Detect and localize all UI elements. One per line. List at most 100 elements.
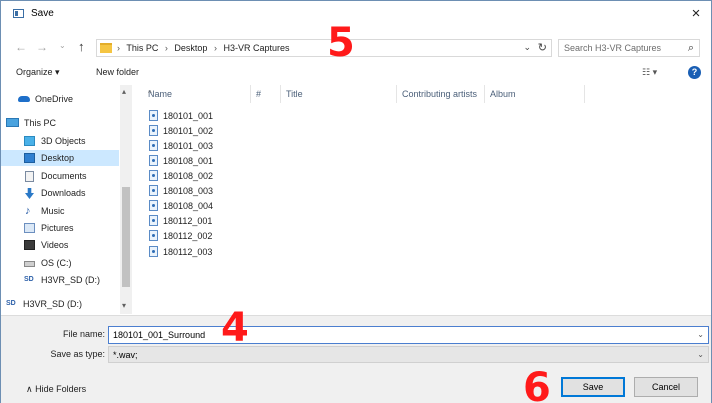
chevron-down-icon[interactable]: ⌄ — [697, 330, 704, 339]
save-type-value: *.wav; — [113, 350, 138, 360]
sidebar-item-label: OneDrive — [35, 94, 74, 104]
navigation-scrollbar[interactable]: ▴ ▾ — [120, 85, 132, 314]
sidebar-item-videos[interactable]: Videos — [1, 237, 119, 253]
refresh-icon[interactable]: ↻ — [538, 41, 547, 54]
sidebar-item-documents[interactable]: Documents — [1, 168, 119, 184]
cube-icon — [24, 136, 35, 146]
address-bar[interactable]: › This PC › Desktop › H3-VR Captures ⌄ ↻ — [96, 39, 552, 57]
organize-button[interactable]: Organize ▾ — [16, 67, 60, 78]
column-header-name[interactable]: Name ^ — [143, 85, 251, 103]
chevron-down-icon[interactable]: ⌄ — [697, 350, 704, 359]
download-icon — [25, 188, 34, 199]
video-icon — [24, 240, 35, 250]
column-header-contributing-artists[interactable]: Contributing artists — [397, 85, 485, 103]
breadcrumb-separator: › — [213, 43, 217, 53]
breadcrumb-h3vr-captures[interactable]: H3-VR Captures — [223, 43, 289, 53]
file-name: 180101_003 — [163, 141, 214, 151]
pictures-icon — [24, 223, 35, 233]
sidebar-item-os-c[interactable]: OS (C:) — [1, 255, 119, 271]
new-folder-button[interactable]: New folder — [96, 67, 139, 77]
sd-card-icon: SD — [24, 276, 34, 283]
file-name: 180108_002 — [163, 171, 214, 181]
help-icon[interactable]: ? — [688, 66, 701, 79]
column-header-label: Title — [286, 89, 303, 99]
window-title: Save — [31, 8, 54, 19]
sd-card-icon: SD — [6, 300, 16, 307]
audio-file-icon — [149, 170, 158, 181]
column-header-label: # — [256, 89, 262, 99]
close-button[interactable]: × — [681, 1, 711, 29]
breadcrumb-desktop[interactable]: Desktop — [174, 43, 207, 53]
scroll-up-icon[interactable]: ▴ — [122, 87, 126, 96]
sidebar-item-label: H3VR_SD (D:) — [23, 299, 83, 309]
audio-file-icon — [149, 230, 158, 241]
chevron-down-icon[interactable]: ⌄ — [523, 42, 531, 53]
drive-icon — [24, 261, 35, 267]
cloud-icon — [18, 96, 30, 102]
sidebar-item-label: Documents — [41, 171, 87, 181]
sort-arrow-icon: ^ — [148, 89, 152, 98]
forward-arrow-icon[interactable]: → — [36, 40, 48, 54]
file-name-field[interactable]: 180101_001_Surround ⌄ — [108, 326, 709, 344]
back-arrow-icon[interactable]: ← — [15, 40, 27, 54]
column-header-title[interactable]: Title — [281, 85, 397, 103]
file-name: 180112_003 — [163, 247, 213, 257]
audio-file-icon — [149, 246, 158, 257]
scrollbar-thumb[interactable] — [122, 187, 130, 287]
music-icon: ♪ — [25, 205, 31, 217]
command-bar: Organize ▾ New folder ☷ ▾ ? — [1, 63, 711, 83]
cancel-button[interactable]: Cancel — [634, 377, 698, 397]
sidebar-item-label: Videos — [41, 240, 69, 250]
sidebar-item-h3vr-sd[interactable]: SD H3VR_SD (D:) — [1, 272, 119, 288]
column-header-label: Album — [490, 89, 516, 99]
hide-folders-button[interactable]: ∧ Hide Folders — [26, 384, 86, 395]
audio-file-icon — [149, 110, 158, 121]
file-list: Name ^ # Title Contributing artists Albu… — [133, 85, 711, 314]
save-type-select[interactable]: *.wav; ⌄ — [108, 346, 709, 363]
sidebar-item-label: Desktop — [41, 153, 75, 163]
annotation-step-6: 6 — [523, 365, 551, 403]
sidebar-item-label: OS (C:) — [41, 258, 72, 268]
sidebar-item-label: Pictures — [41, 223, 74, 233]
desktop-icon — [24, 153, 35, 163]
folder-icon — [100, 43, 112, 53]
breadcrumb: › This PC › Desktop › H3-VR Captures — [117, 43, 293, 53]
sidebar-item-label: Downloads — [41, 188, 86, 198]
column-header-number[interactable]: # — [251, 85, 281, 103]
sidebar-item-h3vr-sd-root[interactable]: SD H3VR_SD (D:) — [1, 296, 119, 312]
sidebar-item-label: Music — [41, 206, 65, 216]
address-row: ← → ⌄ ↑ › This PC › Desktop › H3-VR Capt… — [1, 37, 711, 59]
search-icon[interactable]: ⌕ — [688, 42, 694, 55]
scroll-down-icon[interactable]: ▾ — [122, 301, 126, 310]
sidebar-item-pictures[interactable]: Pictures — [1, 220, 119, 236]
audio-file-icon — [149, 185, 158, 196]
file-name-value: 180101_001_Surround — [113, 330, 206, 340]
sidebar-item-downloads[interactable]: Downloads — [1, 185, 119, 201]
sidebar-item-desktop[interactable]: Desktop — [1, 150, 119, 166]
sidebar-item-label: This PC — [24, 118, 57, 128]
column-header-album[interactable]: Album — [485, 85, 585, 103]
audio-file-icon — [149, 215, 158, 226]
sidebar-item-music[interactable]: ♪ Music — [1, 203, 119, 219]
sidebar-item-label: 3D Objects — [41, 136, 86, 146]
document-icon — [25, 171, 34, 182]
title-bar: Save × — [1, 1, 711, 29]
search-input[interactable]: Search H3-VR Captures ⌕ — [558, 39, 700, 57]
file-name: 180112_002 — [163, 231, 213, 241]
sidebar-item-3d-objects[interactable]: 3D Objects — [1, 133, 119, 149]
audio-file-icon — [149, 155, 158, 166]
column-header-label: Contributing artists — [402, 89, 478, 99]
recent-locations-icon[interactable]: ⌄ — [59, 41, 66, 50]
view-options-icon[interactable]: ☷ ▾ — [642, 67, 657, 78]
save-button[interactable]: Save — [561, 377, 625, 397]
breadcrumb-this-pc[interactable]: This PC — [126, 43, 158, 53]
breadcrumb-separator: › — [164, 43, 168, 53]
sidebar-item-onedrive[interactable]: OneDrive — [1, 91, 119, 107]
sidebar-item-this-pc[interactable]: This PC — [1, 115, 119, 131]
search-placeholder: Search H3-VR Captures — [564, 43, 662, 53]
save-form: File name: 180101_001_Surround ⌄ Save as… — [1, 315, 711, 403]
navigation-pane: OneDrive This PC 3D Objects Desktop Docu… — [1, 85, 132, 314]
file-name: 180108_004 — [163, 201, 214, 211]
up-arrow-icon[interactable]: ↑ — [78, 39, 85, 54]
window-icon — [13, 9, 24, 18]
